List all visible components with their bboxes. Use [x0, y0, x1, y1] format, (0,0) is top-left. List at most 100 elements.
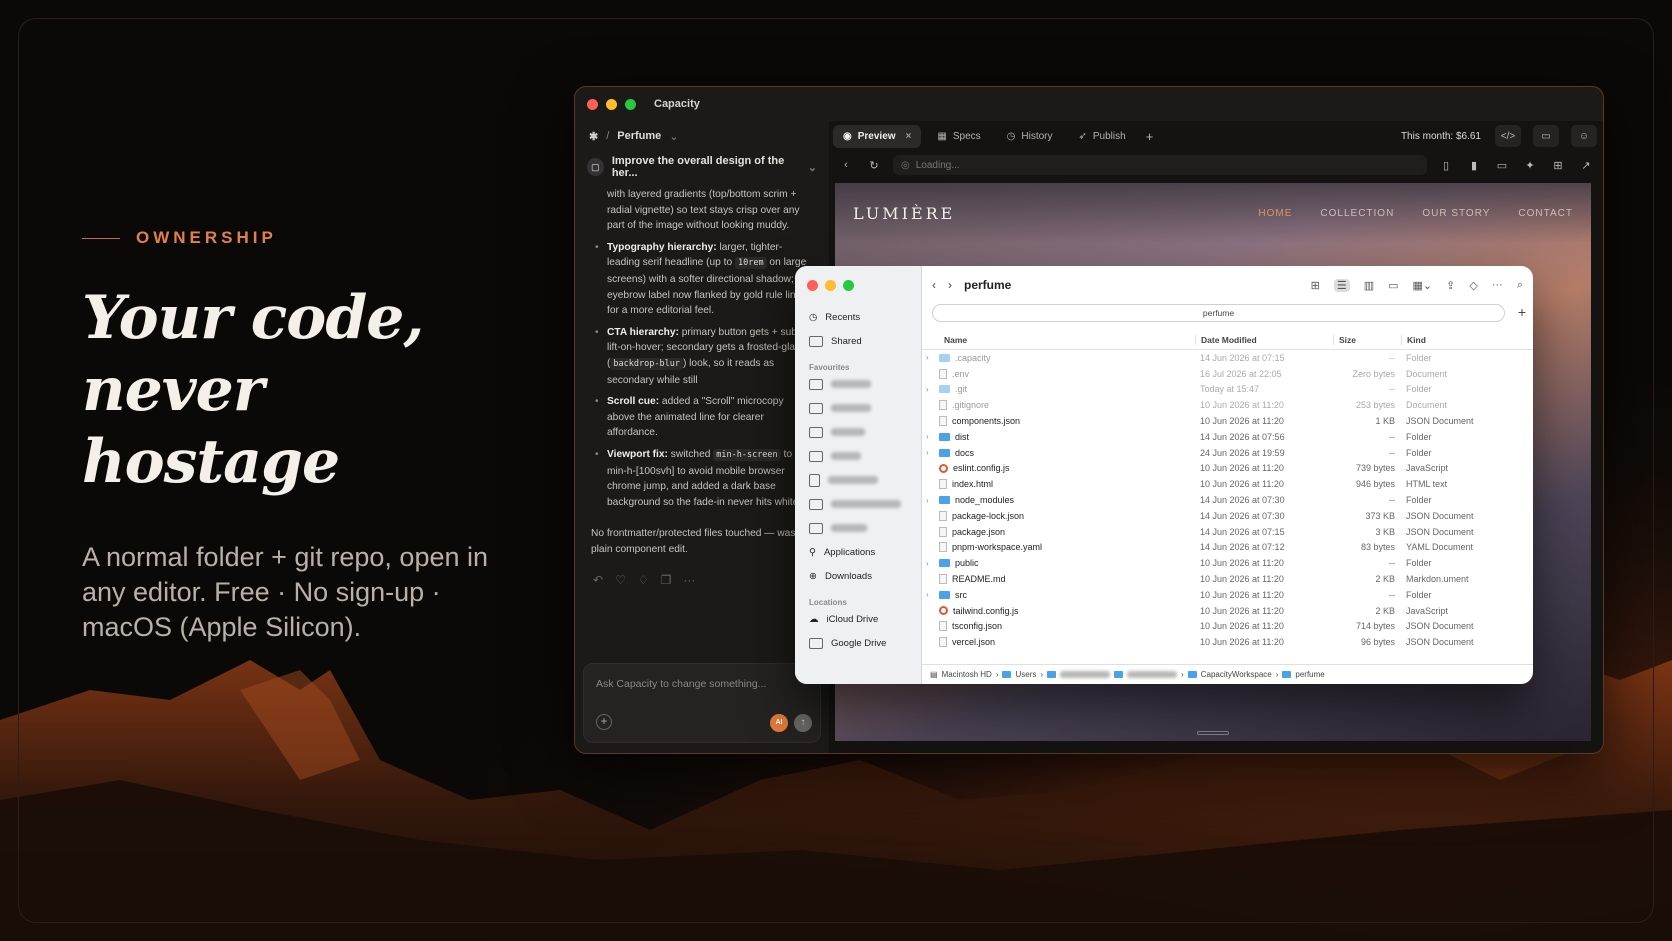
- sidebar-item-blurred[interactable]: [795, 444, 921, 468]
- col-size[interactable]: Size: [1333, 334, 1401, 345]
- table-row[interactable]: › public 10 Jun 2026 at 11:20 -- Folder: [922, 555, 1533, 571]
- thumbs-up-icon[interactable]: ♡: [615, 573, 626, 587]
- table-row[interactable]: components.json 10 Jun 2026 at 11:20 1 KB J…: [922, 413, 1533, 429]
- zoom-button[interactable]: [625, 98, 636, 110]
- table-row[interactable]: package-lock.json 14 Jun 2026 at 07:30 373…: [922, 508, 1533, 524]
- table-row[interactable]: .gitignore 10 Jun 2026 at 11:20 253 bytes D…: [922, 397, 1533, 413]
- table-row[interactable]: pnpm-workspace.yaml 14 Jun 2026 at 07:12 8…: [922, 540, 1533, 556]
- external-link-icon[interactable]: ↗: [1577, 159, 1595, 172]
- back-icon[interactable]: ‹: [837, 159, 855, 171]
- table-row[interactable]: › .git Today at 15:47 -- Folder: [922, 382, 1533, 398]
- minimize-button[interactable]: [825, 280, 836, 291]
- tab-publish[interactable]: ➶ Publish: [1069, 125, 1136, 148]
- disclosure-icon[interactable]: ›: [926, 353, 934, 362]
- thumbs-down-icon[interactable]: ♢: [638, 573, 649, 587]
- disclosure-icon[interactable]: ›: [926, 590, 934, 599]
- site-brand[interactable]: LUMIÈRE: [853, 204, 955, 223]
- breadcrumb-item[interactable]: perfume: [1295, 670, 1324, 679]
- table-row[interactable]: tailwind.config.js 10 Jun 2026 at 11:20 2 …: [922, 603, 1533, 619]
- disclosure-icon[interactable]: ›: [926, 559, 934, 568]
- table-row[interactable]: package.json 14 Jun 2026 at 07:15 3 KB JSON…: [922, 524, 1533, 540]
- sidebar-item-shared[interactable]: Shared: [795, 329, 921, 353]
- tab-history[interactable]: ◷ History: [997, 125, 1063, 148]
- robot-icon[interactable]: ☺: [1571, 125, 1597, 147]
- breadcrumb-item[interactable]: Macintosh HD: [942, 670, 992, 679]
- search-icon[interactable]: ⌕: [1517, 279, 1523, 292]
- undo-icon[interactable]: ↶: [593, 573, 603, 587]
- disclosure-icon[interactable]: ›: [926, 432, 934, 441]
- table-row[interactable]: › src 10 Jun 2026 at 11:20 -- Folder: [922, 587, 1533, 603]
- code-icon[interactable]: </>: [1495, 125, 1521, 147]
- disclosure-icon[interactable]: ›: [926, 385, 934, 394]
- minimize-button[interactable]: [606, 98, 617, 110]
- plus-icon[interactable]: +: [596, 714, 612, 730]
- more-icon[interactable]: ···: [1492, 279, 1503, 292]
- nav-our-story[interactable]: OUR STORY: [1422, 208, 1490, 219]
- sidebar-item-google-drive[interactable]: Google Drive: [795, 631, 921, 655]
- col-date[interactable]: Date Modified: [1195, 334, 1333, 345]
- send-icon[interactable]: ↑: [794, 714, 812, 732]
- table-row[interactable]: vercel.json 10 Jun 2026 at 11:20 96 bytes J…: [922, 634, 1533, 650]
- sidebar-item-icloud[interactable]: ☁ iCloud Drive: [795, 607, 921, 631]
- sidebar-item-downloads[interactable]: ⊕ Downloads: [795, 564, 921, 588]
- gallery-view-icon[interactable]: ▭: [1388, 279, 1398, 292]
- nav-collection[interactable]: COLLECTION: [1320, 208, 1394, 219]
- nav-contact[interactable]: CONTACT: [1518, 208, 1573, 219]
- breadcrumb-item[interactable]: Users: [1015, 670, 1036, 679]
- project-selector[interactable]: ✱ / Perfume ⌄: [575, 121, 829, 151]
- sidebar-item-applications[interactable]: ⚲ Applications: [795, 540, 921, 564]
- zoom-button[interactable]: [843, 280, 854, 291]
- col-kind[interactable]: Kind: [1401, 334, 1533, 345]
- tab-preview[interactable]: ◉ Preview ×: [833, 124, 922, 148]
- desktop-icon[interactable]: ▭: [1493, 159, 1511, 172]
- tablet-icon[interactable]: ▮: [1465, 159, 1483, 172]
- table-row[interactable]: eslint.config.js 10 Jun 2026 at 11:20 739 …: [922, 461, 1533, 477]
- sparkle-icon[interactable]: ✦: [1521, 159, 1539, 172]
- close-icon[interactable]: ×: [906, 131, 912, 142]
- sidebar-item-blurred[interactable]: [795, 420, 921, 444]
- disclosure-icon[interactable]: ›: [926, 448, 934, 457]
- table-row[interactable]: tsconfig.json 10 Jun 2026 at 11:20 714 byt…: [922, 619, 1533, 635]
- breadcrumb-item[interactable]: CapacityWorkspace: [1201, 670, 1272, 679]
- path-tab[interactable]: perfume +: [932, 304, 1526, 322]
- group-icon[interactable]: ▦⌄: [1413, 279, 1433, 292]
- list-view-icon[interactable]: ☰: [1333, 278, 1350, 292]
- composer-input[interactable]: Ask Capacity to change something...: [596, 678, 766, 690]
- col-name[interactable]: Name: [922, 335, 1195, 345]
- column-view-icon[interactable]: ▥: [1364, 279, 1374, 292]
- sidebar-item-blurred[interactable]: [795, 516, 921, 540]
- table-row[interactable]: .env 16 Jul 2026 at 22:05 Zero bytes Docume…: [922, 366, 1533, 382]
- tag-icon[interactable]: ◇: [1469, 279, 1477, 292]
- sidebar-item-recents[interactable]: ◷ Recents: [795, 305, 921, 329]
- back-icon[interactable]: ‹: [932, 278, 936, 292]
- more-icon[interactable]: ···: [683, 573, 695, 587]
- table-row[interactable]: index.html 10 Jun 2026 at 11:20 946 bytes H…: [922, 476, 1533, 492]
- share-icon[interactable]: ⇪: [1446, 279, 1455, 292]
- phone-icon[interactable]: ▯: [1437, 159, 1455, 172]
- folder-icon[interactable]: ▭: [1533, 125, 1559, 147]
- thread-header[interactable]: ▢ Improve the overall design of the her.…: [575, 151, 829, 183]
- table-row[interactable]: › dist 14 Jun 2026 at 07:56 -- Folder: [922, 429, 1533, 445]
- sidebar-item-blurred[interactable]: [795, 396, 921, 420]
- url-field[interactable]: ◎ Loading...: [893, 155, 1427, 175]
- close-button[interactable]: [587, 98, 598, 110]
- table-row[interactable]: › docs 24 Jun 2026 at 19:59 -- Folder: [922, 445, 1533, 461]
- disclosure-icon[interactable]: ›: [926, 496, 934, 505]
- close-button[interactable]: [807, 280, 818, 291]
- composer[interactable]: Ask Capacity to change something... + AI…: [583, 663, 821, 743]
- sidebar-item-blurred[interactable]: [795, 372, 921, 396]
- table-row[interactable]: › node_modules 14 Jun 2026 at 07:30 -- Folde…: [922, 492, 1533, 508]
- ai-badge[interactable]: AI: [770, 714, 788, 732]
- add-tab-icon[interactable]: +: [1146, 129, 1154, 144]
- table-row[interactable]: › .capacity 14 Jun 2026 at 07:15 -- Folder: [922, 350, 1533, 366]
- tab-specs[interactable]: ▦ Specs: [927, 125, 990, 148]
- refresh-icon[interactable]: ↻: [865, 159, 883, 172]
- table-row[interactable]: README.md 10 Jun 2026 at 11:20 2 KB Markdon…: [922, 571, 1533, 587]
- sidebar-item-blurred[interactable]: [795, 492, 921, 516]
- copy-icon[interactable]: ❐: [661, 573, 672, 587]
- icon-view-icon[interactable]: ⊞: [1311, 279, 1320, 292]
- nav-home[interactable]: HOME: [1258, 208, 1292, 219]
- forward-icon[interactable]: ›: [948, 278, 952, 292]
- add-tab-icon[interactable]: +: [1518, 304, 1526, 320]
- qr-icon[interactable]: ⊞: [1549, 159, 1567, 172]
